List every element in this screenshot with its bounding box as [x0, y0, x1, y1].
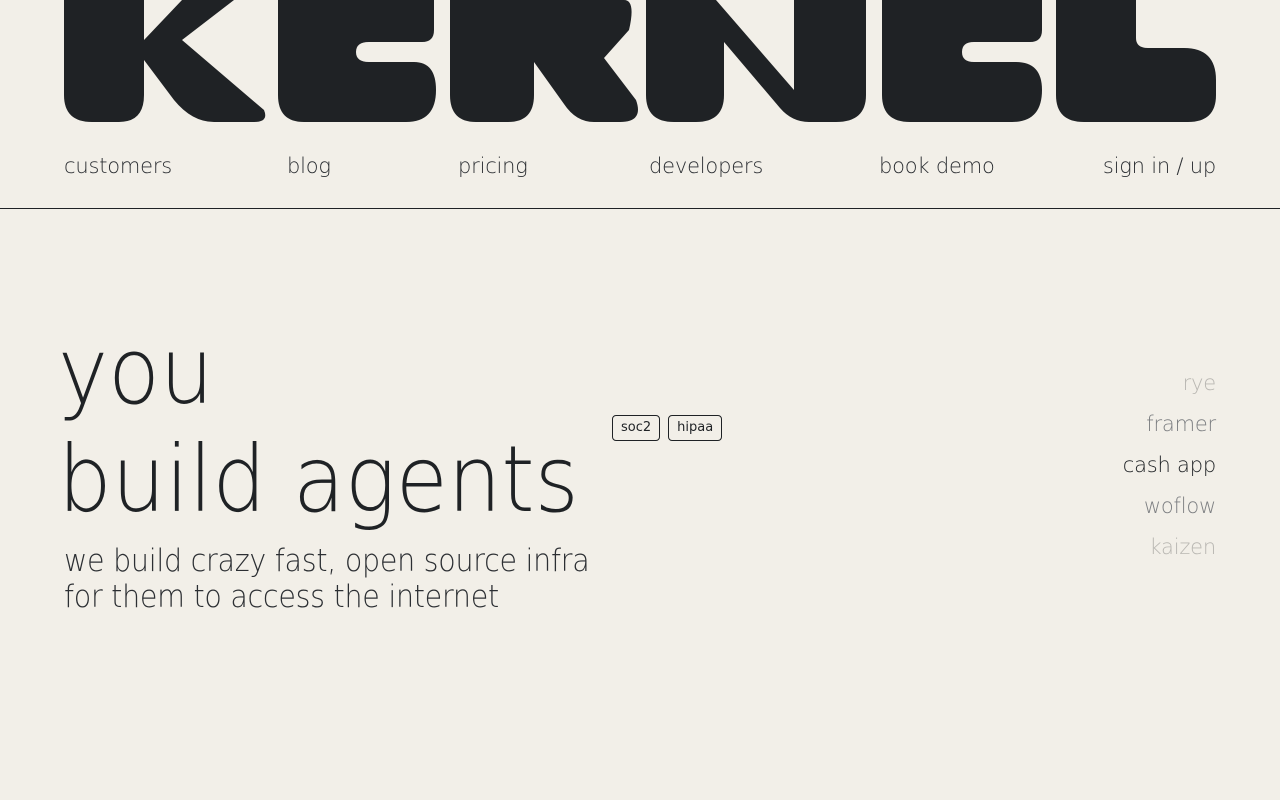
- compliance-badges: soc2 hipaa: [612, 415, 723, 441]
- kernel-logo[interactable]: [64, 0, 1216, 122]
- customer-kaizen: kaizen: [1149, 535, 1216, 559]
- customer-list: rye framer cash app woflow kaizen: [1123, 363, 1216, 568]
- hero-subtitle: we build crazy fast, open source infra f…: [64, 543, 616, 615]
- soc2-badge: soc2: [612, 415, 661, 441]
- hero-subtitle-line-1: we build crazy fast, open source infra: [64, 543, 590, 579]
- kernel-logo-wordmark: [64, 0, 1216, 122]
- hero-line-build-agents: build agents: [58, 426, 579, 533]
- nav-book-demo-link[interactable]: book demo: [879, 150, 995, 182]
- hero-line-you: you: [58, 318, 214, 425]
- customer-cash-app: cash app: [1122, 453, 1216, 477]
- customer-woflow: woflow: [1143, 494, 1216, 518]
- nav-customers-link[interactable]: customers: [64, 150, 172, 182]
- hero-subtitle-line-2: for them to access the internet: [64, 579, 499, 615]
- header-divider: [0, 208, 1280, 209]
- nav-sign-in-link[interactable]: sign in / up: [1103, 150, 1216, 182]
- customer-framer: framer: [1146, 412, 1216, 436]
- nav-blog-link[interactable]: blog: [287, 150, 331, 182]
- hipaa-badge: hipaa: [668, 415, 723, 441]
- customer-rye: rye: [1182, 371, 1217, 395]
- nav-pricing-link[interactable]: pricing: [458, 150, 528, 182]
- nav-developers-link[interactable]: developers: [649, 150, 763, 182]
- main-nav: customers blog pricing developers book d…: [64, 150, 1216, 182]
